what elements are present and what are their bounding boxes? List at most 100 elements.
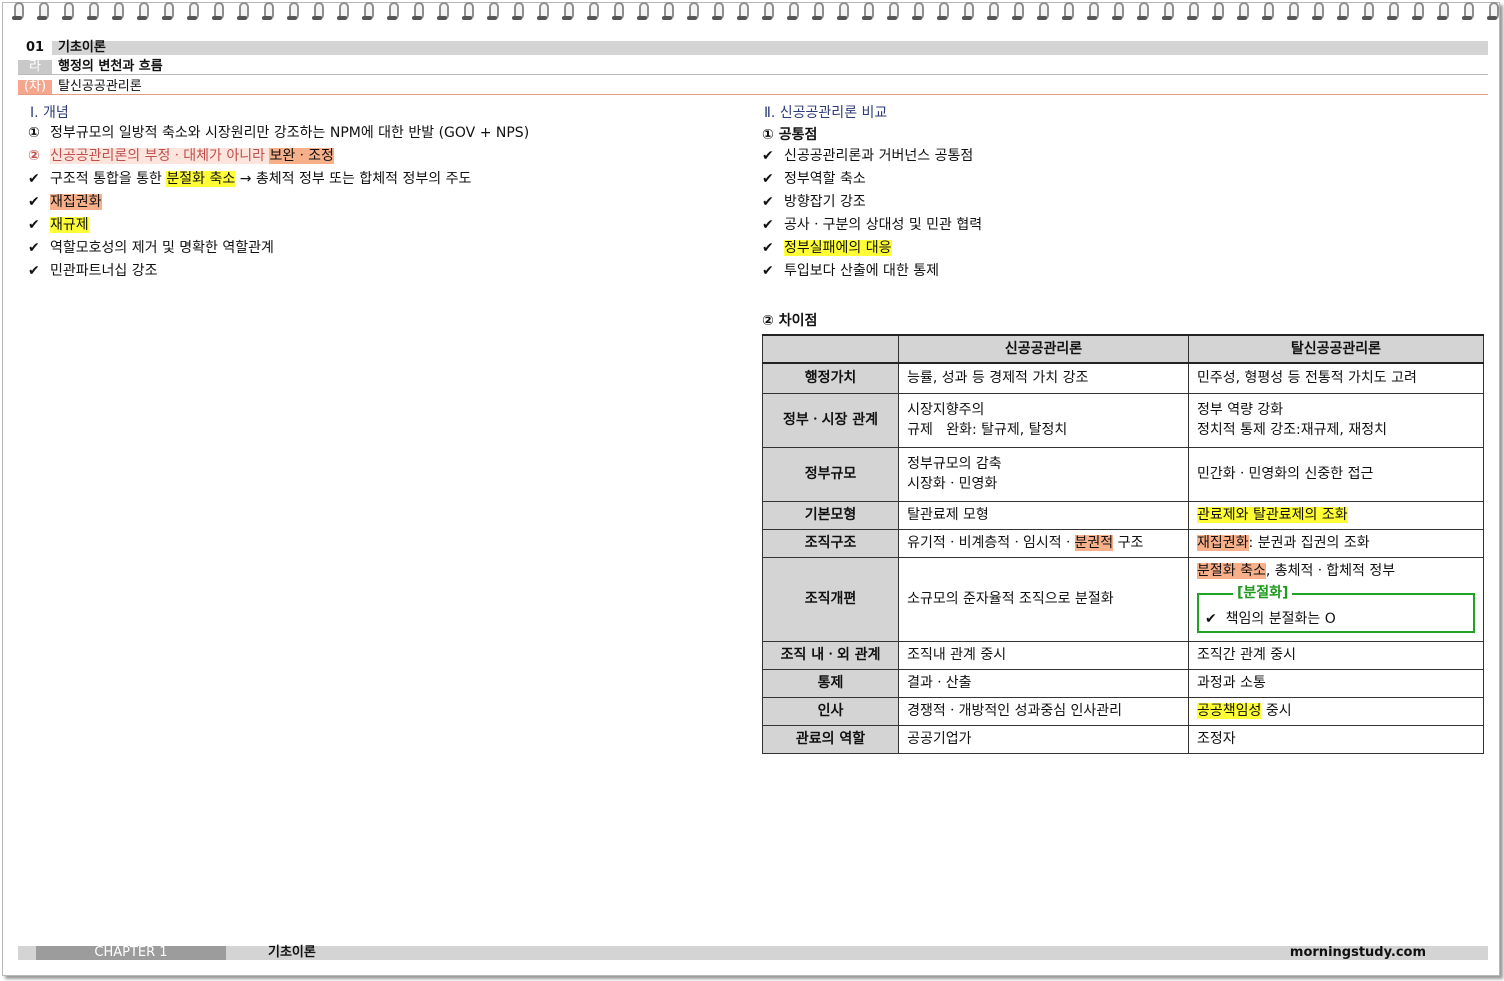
- page-footer: CHAPTER 1 기초이론 morningstudy.com: [18, 946, 1488, 960]
- binder-ring-icon: [1337, 2, 1349, 22]
- binder-ring-icon: [1012, 2, 1024, 22]
- binder-ring-icon: [937, 2, 949, 22]
- binder-ring-icon: [1262, 2, 1274, 22]
- binder-ring-icon: [1237, 2, 1249, 22]
- concept-item-2: ② 신공공관리론의 부정ㆍ대체가 아니라 보완ㆍ조정: [28, 148, 334, 164]
- concept-item-1: ① 정부규모의 일방적 축소와 시장원리만 강조하는 NPM에 대한 반발 (GO…: [28, 125, 530, 141]
- section-header: 라 행정의 변천과 흐름: [18, 60, 1488, 75]
- binder-ring-icon: [537, 2, 549, 22]
- binder-ring-icon: [1462, 2, 1474, 22]
- binder-ring-icon: [112, 2, 124, 22]
- table-row: 기본모형 탈관료제 모형 관료제와 탈관료제의 조화: [761, 500, 1484, 530]
- binder-ring-icon: [237, 2, 249, 22]
- footer-title: 기초이론: [268, 945, 316, 960]
- binder-ring-icon: [712, 2, 724, 22]
- binder-ring-icon: [137, 2, 149, 22]
- binder-ring-icon: [762, 2, 774, 22]
- binder-ring-icon: [1162, 2, 1174, 22]
- difference-title: ② 차이점: [762, 313, 818, 329]
- common-title: ① 공통점: [762, 127, 818, 143]
- concept-item-3: ✔ 구조적 통합을 통한 분절화 축소 → 총체적 정부 또는 합체적 정부의 주…: [28, 171, 472, 187]
- table-row: 조직 내ㆍ외 관계 조직내 관계 중시 조직간 관계 중시: [761, 640, 1484, 670]
- binder-ring-icon: [562, 2, 574, 22]
- section-mark: 라: [18, 60, 52, 74]
- binder-rings: [0, 0, 1504, 24]
- table-corner: [761, 334, 900, 364]
- concept-heading: Ⅰ. 개념: [30, 105, 69, 121]
- table-row: 통제 결과ㆍ산출 과정과 소통: [761, 668, 1484, 698]
- chapter-header: 01 기초이론: [18, 41, 1488, 55]
- binder-ring-icon: [37, 2, 49, 22]
- binder-ring-icon: [612, 2, 624, 22]
- binder-ring-icon: [1387, 2, 1399, 22]
- common-item-5: ✔ 정부실패에의 대응: [762, 240, 892, 256]
- binder-ring-icon: [1437, 2, 1449, 22]
- binder-ring-icon: [1087, 2, 1099, 22]
- table-row: 정부ㆍ시장 관계 시장지향주의 규제 완화: 탈규제, 탈정치 정부 역량 강화 정…: [761, 392, 1484, 448]
- binder-ring-icon: [1212, 2, 1224, 22]
- concept-item-5: ✔ 재규제: [28, 217, 89, 233]
- binder-ring-icon: [1312, 2, 1324, 22]
- binder-ring-icon: [1062, 2, 1074, 22]
- col-npm: 신공공관리론: [898, 334, 1189, 364]
- table-row: 행정가치 능률, 성과 등 경제적 가치 강조 민주성, 형평성 등 전통적 가…: [761, 362, 1484, 394]
- binder-ring-icon: [1287, 2, 1299, 22]
- footer-chapter: CHAPTER 1: [36, 946, 226, 960]
- binder-ring-icon: [812, 2, 824, 22]
- chapter-number: 01: [18, 41, 52, 55]
- table-row: 인사 경쟁적ㆍ개방적인 성과중심 인사관리 공공책임성 중시: [761, 696, 1484, 726]
- section-title: 행정의 변천과 흐름: [58, 59, 163, 74]
- footer-site: morningstudy.com: [1289, 945, 1426, 960]
- table-row: 조직구조 유기적ㆍ비계층적ㆍ임시적ㆍ분권적 구조 재집권화: 분권과 집권의 조…: [761, 528, 1484, 558]
- topic-mark: (차): [18, 80, 52, 94]
- binder-ring-icon: [362, 2, 374, 22]
- binder-ring-icon: [1487, 2, 1499, 22]
- binder-ring-icon: [1362, 2, 1374, 22]
- concept-item-4: ✔ 재집권화: [28, 194, 102, 210]
- chapter-title: 기초이론: [58, 40, 106, 55]
- concept-item-6: ✔ 역할모호성의 제거 및 명확한 역할관계: [28, 240, 274, 256]
- note-box-title: [분절화]: [1233, 583, 1293, 603]
- binder-ring-icon: [837, 2, 849, 22]
- table-row: 조직개편 소규모의 준자율적 조직으로 분절화 분절화 축소, 총체적ㆍ합체적 …: [761, 556, 1484, 642]
- topic-header: (차) 탈신공공관리론: [18, 80, 1488, 95]
- comparison-table: 신공공관리론 탈신공공관리론 행정가치 능률, 성과 등 경제적 가치 강조 민…: [761, 334, 1484, 754]
- note-box-item: ✔ 책임의 분절화는 O: [1205, 611, 1336, 627]
- topic-title: 탈신공공관리론: [58, 79, 142, 94]
- binder-ring-icon: [212, 2, 224, 22]
- binder-ring-icon: [337, 2, 349, 22]
- binder-ring-icon: [187, 2, 199, 22]
- binder-ring-icon: [887, 2, 899, 22]
- binder-ring-icon: [987, 2, 999, 22]
- binder-ring-icon: [637, 2, 649, 22]
- binder-ring-icon: [462, 2, 474, 22]
- common-item-6: ✔ 투입보다 산출에 대한 통제: [762, 263, 940, 279]
- binder-ring-icon: [487, 2, 499, 22]
- binder-ring-icon: [587, 2, 599, 22]
- binder-ring-icon: [787, 2, 799, 22]
- binder-ring-icon: [262, 2, 274, 22]
- binder-ring-icon: [412, 2, 424, 22]
- common-item-4: ✔ 공사ㆍ구분의 상대성 및 민관 협력: [762, 217, 983, 233]
- binder-ring-icon: [1037, 2, 1049, 22]
- binder-ring-icon: [387, 2, 399, 22]
- common-item-3: ✔ 방향잡기 강조: [762, 194, 866, 210]
- binder-ring-icon: [687, 2, 699, 22]
- col-post-npm: 탈신공공관리론: [1188, 334, 1484, 364]
- fragmentation-note-box: [분절화] ✔ 책임의 분절화는 O: [1197, 583, 1475, 633]
- binder-ring-icon: [1137, 2, 1149, 22]
- binder-ring-icon: [437, 2, 449, 22]
- table-row: 관료의 역할 공공기업가 조정자: [761, 724, 1484, 754]
- binder-ring-icon: [162, 2, 174, 22]
- binder-ring-icon: [962, 2, 974, 22]
- concept-item-7: ✔ 민관파트너십 강조: [28, 263, 158, 279]
- table-row: 정부규모 정부규모의 감축 시장화ㆍ민영화 민간화ㆍ민영화의 신중한 접근: [761, 446, 1484, 502]
- binder-ring-icon: [512, 2, 524, 22]
- binder-ring-icon: [737, 2, 749, 22]
- binder-ring-icon: [912, 2, 924, 22]
- comparison-heading: Ⅱ. 신공공관리론 비교: [764, 105, 888, 121]
- binder-ring-icon: [87, 2, 99, 22]
- common-item-1: ✔ 신공공관리론과 거버넌스 공통점: [762, 148, 974, 164]
- binder-ring-icon: [662, 2, 674, 22]
- binder-ring-icon: [287, 2, 299, 22]
